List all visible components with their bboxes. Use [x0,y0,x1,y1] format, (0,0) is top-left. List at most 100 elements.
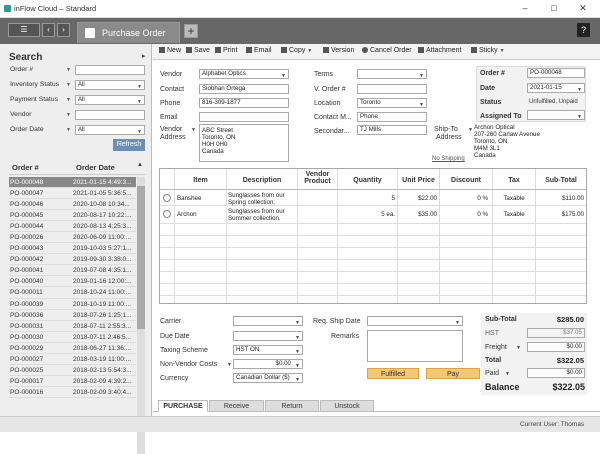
print-button[interactable]: Print [215,47,237,54]
row-discount[interactable]: 0 % [440,195,488,202]
help-button[interactable]: ? [577,23,590,37]
list-item[interactable]: PO-000011 2018-10-24 11:00:... [9,287,136,299]
terms-select[interactable]: ▼ [357,69,427,79]
list-item[interactable]: PO-000044 2020-08-13 4:25:3... [9,221,136,233]
list-item[interactable]: PO-000031 2018-07-11 2:55:3... [9,321,136,332]
vendor-select[interactable]: Alphabet Optics ▼ [199,69,289,79]
filter-payment-select[interactable]: All ▼ [75,95,145,105]
col-description-header[interactable]: Description [227,177,297,184]
list-item[interactable]: PO-000042 2019-09-30 3:38:0... [9,254,136,266]
minimize-icon[interactable]: – [518,3,532,15]
cancel-order-button[interactable]: Cancel Order [362,47,412,54]
collapse-icon[interactable]: ▸ [142,52,146,60]
col-subtotal-header[interactable]: Sub-Total [536,177,586,184]
tab-purchase[interactable]: PURCHASE [158,400,208,412]
filter-date-dropdown-icon[interactable]: ▼ [66,127,71,133]
list-item[interactable]: PO-000045 2020-08-17 10:22:... [9,210,136,222]
filter-payment-dropdown-icon[interactable]: ▼ [66,97,71,103]
contact-method-input[interactable]: Phone [357,112,427,122]
secondary-input[interactable]: TJ Mills [357,125,427,135]
currency-select[interactable]: Canadian Dollar ($) ▼ [233,373,303,383]
vendor-address-dropdown-icon[interactable]: ▼ [191,127,196,133]
add-tab-button[interactable]: + [184,24,198,38]
no-shipping-link[interactable]: No Shipping [432,156,465,162]
freight-input[interactable]: $0.00 [527,342,585,352]
row-item[interactable]: Banshee [177,195,201,202]
row-item[interactable]: Archon [177,211,197,218]
tab-unstock[interactable]: Unstock [320,400,374,412]
col-quantity-header[interactable]: Quantity [338,177,397,184]
row-unit-price[interactable]: $35.00 [398,211,437,218]
list-item[interactable]: PO-000043 2019-10-03 5:27:1... [9,243,136,255]
version-button[interactable]: Version [323,47,354,54]
nvc-dropdown-icon[interactable]: ▼ [227,362,232,368]
col-vendor-product-header[interactable]: Vendor Product [298,171,337,185]
row-tax[interactable]: Taxable [493,195,535,202]
col-tax-header[interactable]: Tax [493,177,535,184]
tab-purchase-order[interactable]: Purchase Order [77,22,180,43]
col-unit-price-header[interactable]: Unit Price [398,177,439,184]
col-date-header[interactable]: Order Date [76,163,115,172]
sort-up-icon[interactable]: ▲ [137,162,143,168]
back-icon[interactable]: ‹ [42,23,55,37]
carrier-select[interactable]: ▼ [233,316,303,326]
freight-dropdown-icon[interactable]: ▼ [516,345,521,351]
order-number-input[interactable]: PO-000048 [527,68,585,78]
attachment-button[interactable]: Attachment [418,47,461,54]
list-item[interactable]: PO-000041 2019-07-08 4:35:1... [9,265,136,277]
refresh-button[interactable]: Refresh [113,139,145,151]
filter-inventory-select[interactable]: All ▼ [75,80,145,90]
fulfilled-button[interactable]: Fulfilled [367,368,419,379]
vorder-input[interactable] [357,84,427,94]
shipto-dropdown-icon[interactable]: ▼ [468,127,473,133]
new-button[interactable]: New [159,47,181,54]
due-date-picker[interactable]: ▼ [233,331,303,341]
list-item[interactable]: PO-000039 2018-10-19 11:00:... [9,299,136,310]
filter-vendor-input[interactable] [75,110,145,120]
save-button[interactable]: Save [186,47,210,54]
shipto-address-box[interactable]: Archon Optical 207-260 Carlaw Avenue Toron… [474,124,584,164]
list-item[interactable]: PO-000027 2018-03-19 11:00:... [9,354,136,365]
row-discount[interactable]: 0 % [440,211,488,218]
list-item[interactable]: PO-000046 2020-10-08 10:34... [9,199,136,211]
row-tax[interactable]: Taxable [493,211,535,218]
row-select-radio[interactable] [163,194,171,202]
row-quantity[interactable]: 5 ea. [338,211,395,218]
filter-date-select[interactable]: All ▼ [75,125,145,135]
email-input[interactable] [199,112,289,122]
row-quantity[interactable]: 5 [338,195,395,202]
vendor-address-box[interactable]: ABC Street Toronto, ON H0H 0H0 Canada [199,124,289,162]
copy-button[interactable]: Copy ▼ [281,47,312,54]
row-description[interactable]: Sunglasses from our Summer collection. [228,208,296,222]
forward-icon[interactable]: › [57,23,70,37]
list-item[interactable]: PO-000016 2018-02-09 3:40:4... [9,387,136,398]
list-item[interactable]: PO-000026 2020-06-09 11:00:... [9,232,136,244]
list-item[interactable]: PO-000025 2018-02-13 5:54:3... [9,365,136,376]
close-icon[interactable]: ✕ [576,3,590,15]
row-description[interactable]: Sunglasses from our Spring collection. [228,192,296,206]
taxing-scheme-select[interactable]: HST ON ▼ [233,345,303,355]
maximize-icon[interactable]: □ [547,3,561,15]
filter-order-input[interactable] [75,65,145,75]
remarks-textarea[interactable] [367,330,463,362]
list-item[interactable]: PO-000048 2021-01-15 4:49:3... [9,177,136,189]
paid-dropdown-icon[interactable]: ▼ [505,371,510,377]
email-button[interactable]: Email [246,47,272,54]
req-ship-date-picker[interactable]: ▼ [367,316,463,326]
list-item[interactable]: PO-000047 2021-01-05 5:36:5... [9,188,136,200]
location-select[interactable]: Toronto ▼ [357,98,427,108]
filter-vendor-dropdown-icon[interactable]: ▼ [66,112,71,118]
list-item[interactable]: PO-000036 2018-07-26 1:25:1... [9,310,136,321]
tab-receive[interactable]: Receive [209,400,264,412]
menu-icon[interactable]: ☰ [8,23,40,37]
sticky-button[interactable]: Sticky ▼ [471,47,505,54]
col-discount-header[interactable]: Discount [440,177,492,184]
list-item[interactable]: PO-000040 2019-01-16 12:00:... [9,276,136,288]
paid-input[interactable]: $0.00 [527,368,585,378]
col-order-header[interactable]: Order # [12,163,39,172]
row-unit-price[interactable]: $22.00 [398,195,437,202]
date-picker[interactable]: 2021-01-15 ▼ [527,83,585,93]
col-item-header[interactable]: Item [175,177,226,184]
pay-button[interactable]: Pay [426,368,480,379]
list-item[interactable]: PO-000030 2018-07-11 2:46:5... [9,332,136,343]
